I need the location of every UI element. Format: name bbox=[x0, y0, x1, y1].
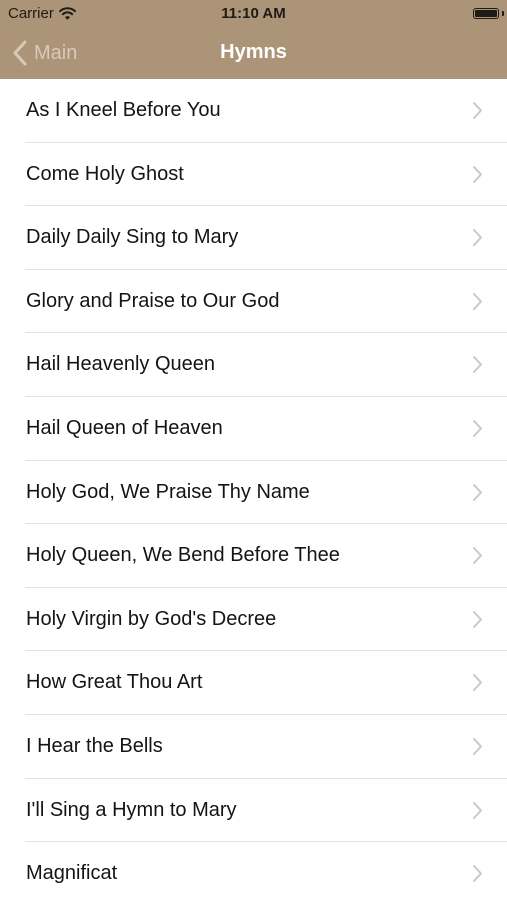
hymn-title: Holy Queen, We Bend Before Thee bbox=[26, 544, 340, 567]
list-item[interactable]: Holy Virgin by God's Decree bbox=[0, 588, 507, 652]
list-item[interactable]: As I Kneel Before You bbox=[0, 79, 507, 143]
app-screen: Carrier 11:10 AM Main Hymns As I Kneel B… bbox=[0, 0, 507, 900]
hymn-title: Hail Queen of Heaven bbox=[26, 416, 223, 439]
hymn-title: Magnificat bbox=[26, 862, 118, 885]
top-bar: Carrier 11:10 AM Main Hymns bbox=[0, 0, 507, 79]
list-item[interactable]: Come Holy Ghost bbox=[0, 143, 507, 207]
chevron-right-icon bbox=[473, 102, 482, 119]
list-item[interactable]: Holy God, We Praise Thy Name bbox=[0, 461, 507, 525]
chevron-right-icon bbox=[473, 165, 482, 183]
battery-tip bbox=[502, 11, 504, 16]
hymn-title: Glory and Praise to Our God bbox=[26, 289, 280, 312]
chevron-right-icon bbox=[473, 737, 482, 755]
chevron-right-icon bbox=[473, 865, 482, 883]
list-item[interactable]: Glory and Praise to Our God bbox=[0, 270, 507, 334]
chevron-right-icon bbox=[473, 674, 482, 692]
status-bar: Carrier 11:10 AM bbox=[0, 0, 507, 28]
list-item[interactable]: Hail Heavenly Queen bbox=[0, 333, 507, 397]
hymn-title: Come Holy Ghost bbox=[26, 162, 184, 185]
hymn-title: I Hear the Bells bbox=[26, 734, 163, 757]
hymn-title: Holy Virgin by God's Decree bbox=[26, 607, 277, 630]
hymn-title: As I Kneel Before You bbox=[26, 99, 221, 121]
hymn-list: As I Kneel Before You Come Holy Ghost Dail… bbox=[0, 79, 507, 900]
list-item[interactable]: Hail Queen of Heaven bbox=[0, 397, 507, 461]
chevron-right-icon bbox=[473, 547, 482, 565]
list-item[interactable]: How Great Thou Art bbox=[0, 651, 507, 715]
hymn-title: Daily Daily Sing to Mary bbox=[26, 226, 239, 249]
chevron-right-icon bbox=[473, 610, 482, 628]
list-item[interactable]: I Hear the Bells bbox=[0, 715, 507, 779]
chevron-right-icon bbox=[473, 483, 482, 501]
list-item[interactable]: Daily Daily Sing to Mary bbox=[0, 206, 507, 270]
list-item[interactable]: I'll Sing a Hymn to Mary bbox=[0, 779, 507, 843]
chevron-right-icon bbox=[473, 419, 482, 437]
battery-icon bbox=[473, 8, 499, 19]
hymn-title: Holy God, We Praise Thy Name bbox=[26, 480, 310, 503]
hymn-title: I'll Sing a Hymn to Mary bbox=[26, 798, 237, 821]
page-title: Hymns bbox=[220, 41, 287, 63]
status-time: 11:10 AM bbox=[221, 5, 286, 22]
hymn-title: How Great Thou Art bbox=[26, 671, 203, 694]
chevron-right-icon bbox=[473, 801, 482, 819]
navigation-bar: Main Hymns bbox=[0, 28, 507, 79]
hymn-title: Hail Heavenly Queen bbox=[26, 353, 215, 376]
chevron-right-icon bbox=[473, 356, 482, 374]
chevron-right-icon bbox=[473, 229, 482, 247]
battery-level bbox=[475, 10, 497, 17]
list-item[interactable]: Holy Queen, We Bend Before Thee bbox=[0, 524, 507, 588]
list-item[interactable]: Magnificat bbox=[0, 842, 507, 900]
chevron-right-icon bbox=[473, 292, 482, 310]
